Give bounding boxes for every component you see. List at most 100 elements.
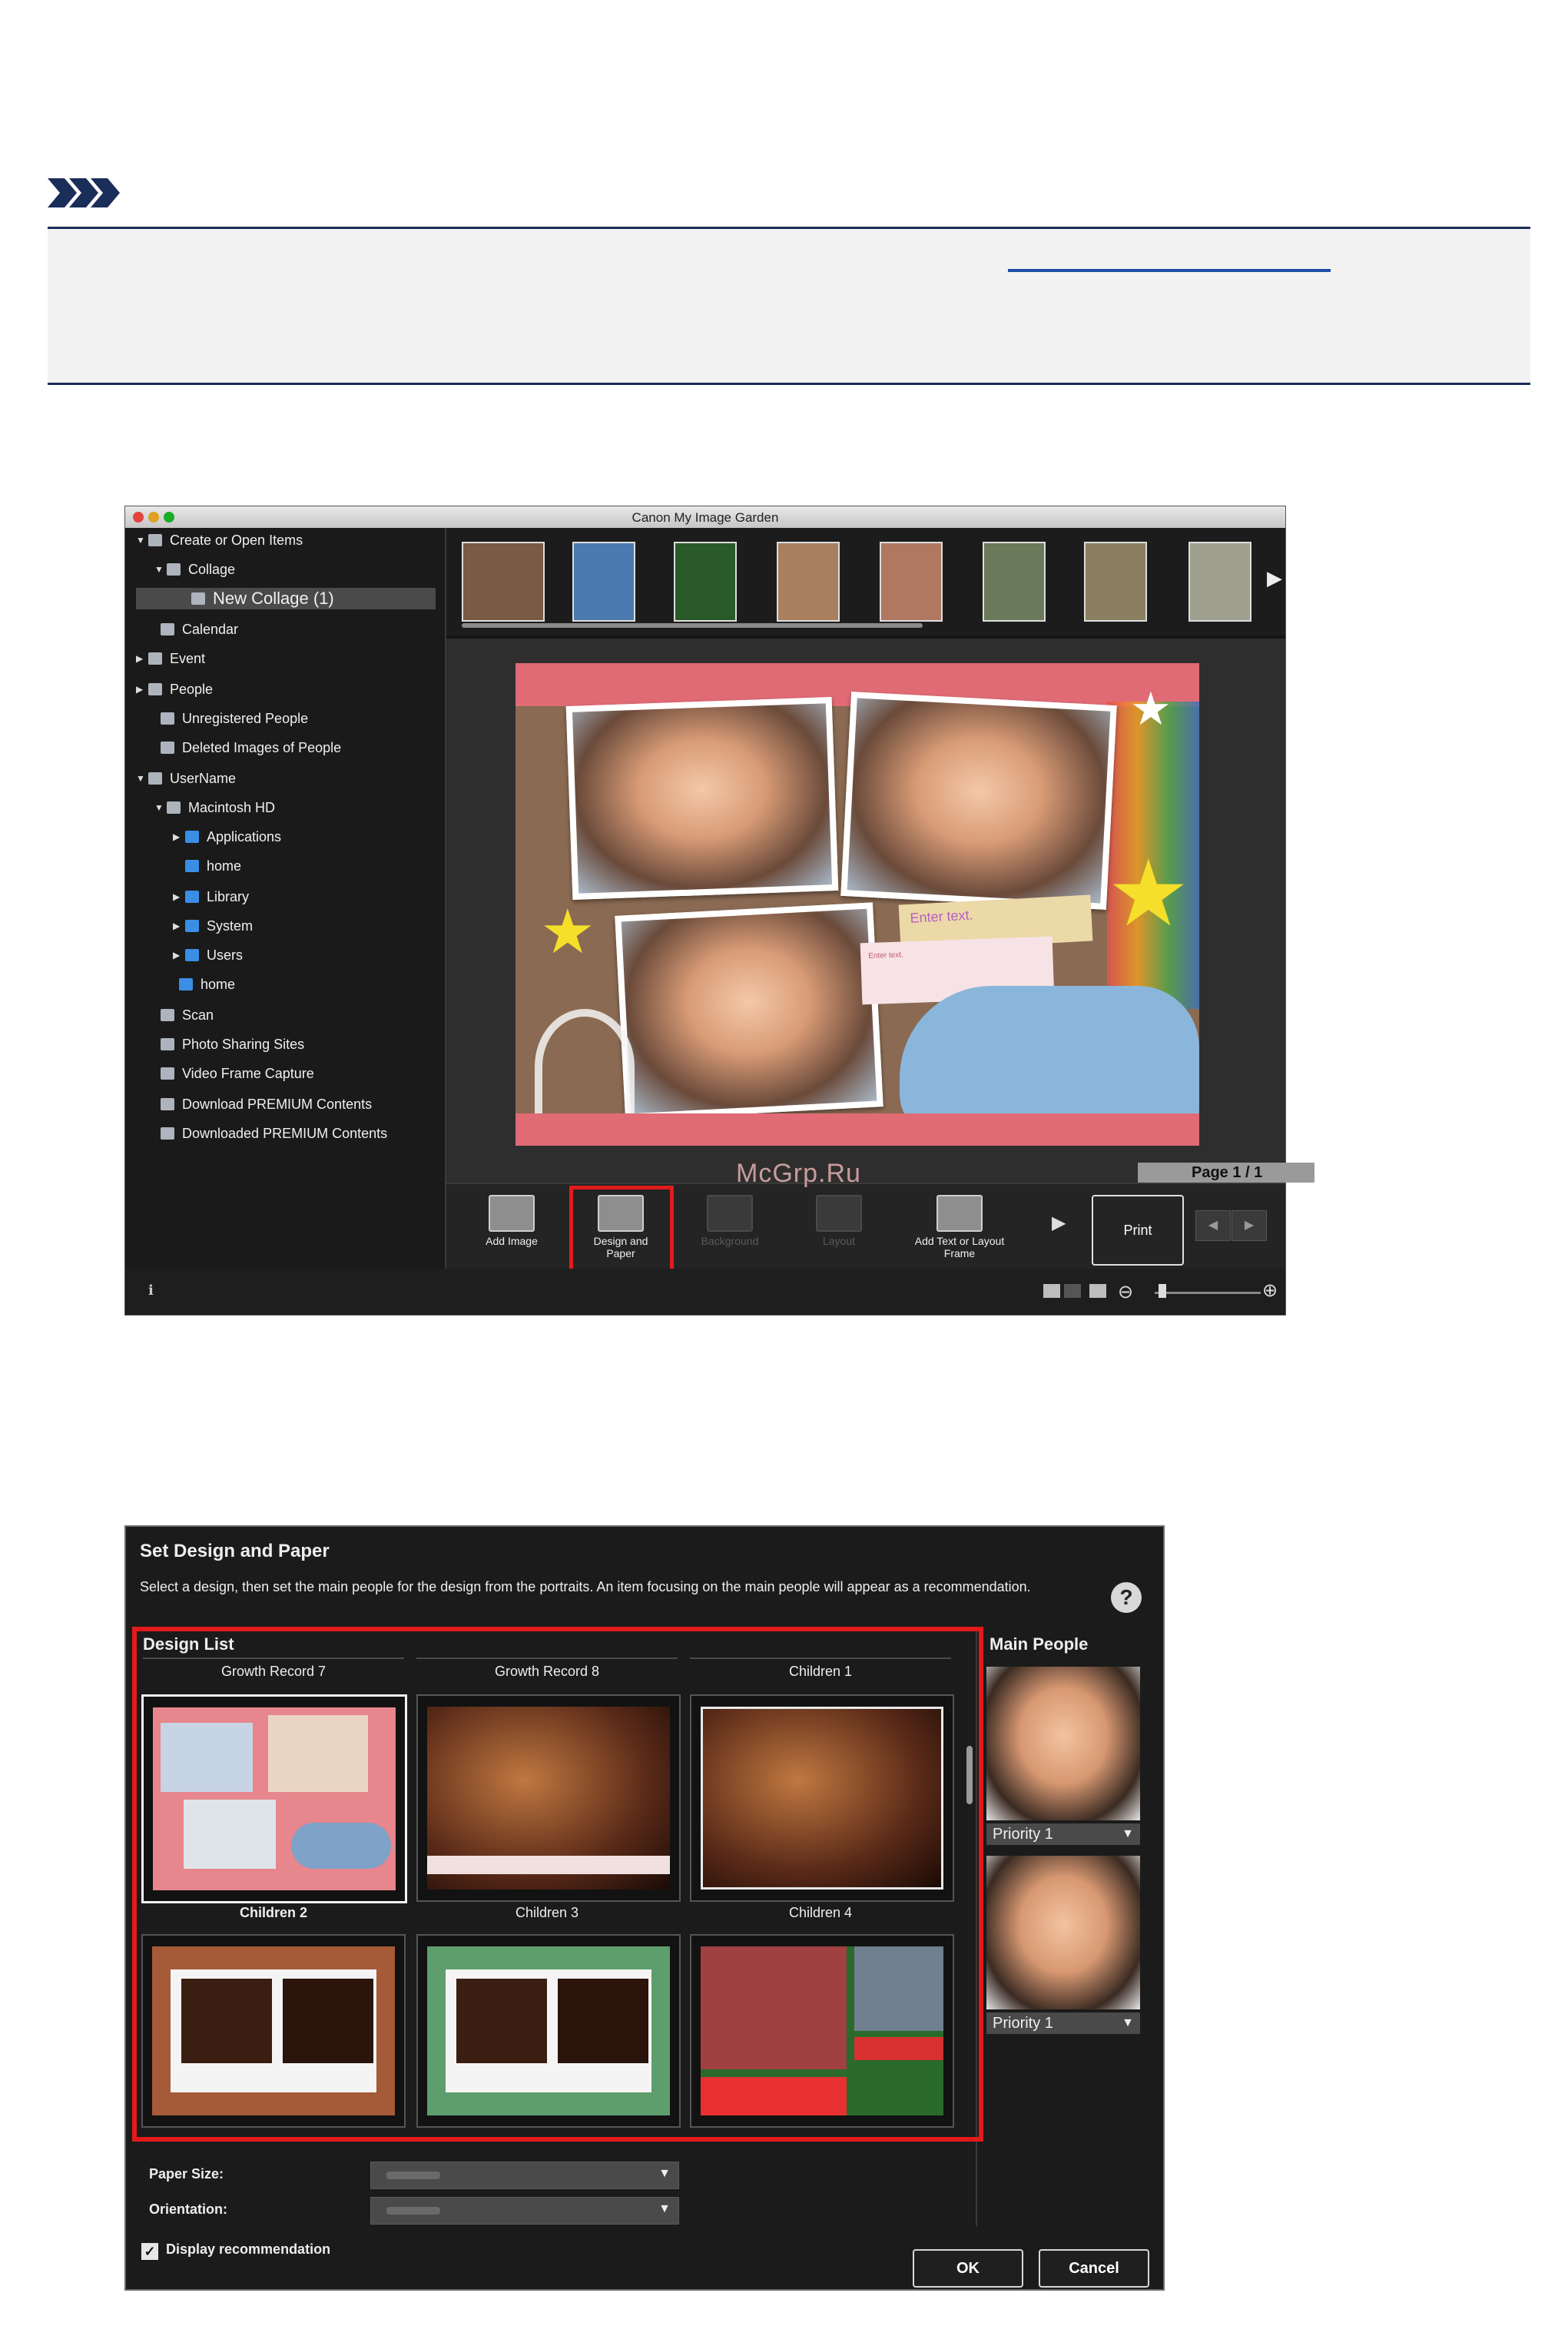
sidebar-item-scan[interactable]: Scan [148, 1004, 214, 1026]
background-icon [707, 1195, 753, 1232]
info-icon[interactable]: ℹ [148, 1282, 154, 1299]
priority-select-1[interactable]: Priority 1 ▼ [986, 1823, 1140, 1845]
sidebar-item-calendar[interactable]: Calendar [148, 619, 238, 640]
image-thumbnail[interactable] [777, 542, 840, 622]
zoom-slider[interactable] [1155, 1292, 1261, 1294]
sidebar-item-label: home [201, 976, 236, 992]
orientation-select[interactable]: ▼ [370, 2197, 679, 2225]
sidebar-item-people[interactable]: ▶ People [136, 679, 213, 700]
sidebar-item-video-frame[interactable]: Video Frame Capture [148, 1063, 314, 1084]
priority-value: Priority 1 [993, 1826, 1053, 1843]
people-icon [148, 683, 162, 695]
add-image-label: Add Image [486, 1235, 538, 1247]
add-image-button[interactable]: Add Image [469, 1190, 554, 1264]
display-recommendation-checkbox[interactable]: ✓ [141, 2243, 158, 2260]
sidebar-item-home-2[interactable]: home [167, 974, 235, 995]
expand-arrow-icon[interactable]: ▶ [173, 921, 185, 931]
note-box [48, 229, 1530, 383]
print-button[interactable]: Print [1092, 1195, 1184, 1266]
sidebar-item-deleted-people[interactable]: Deleted Images of People [148, 737, 341, 758]
collage-photo-3[interactable] [615, 902, 883, 1120]
sidebar-item-collage[interactable]: ▼ Collage [154, 559, 235, 580]
priority-select-2[interactable]: Priority 1 ▼ [986, 2012, 1140, 2034]
main-person-thumbnail-2[interactable] [986, 1856, 1140, 2009]
computer-icon [148, 772, 162, 785]
next-thumbnails-arrow-icon[interactable]: ▶ [1267, 566, 1282, 590]
sidebar-item-home-1[interactable]: home [173, 855, 241, 877]
image-thumbnail[interactable] [1084, 542, 1147, 622]
sidebar-tree[interactable]: ▼ Create or Open Items ▼ Collage New Colla… [125, 528, 446, 1269]
orientation-label: Orientation: [149, 2202, 227, 2217]
background-button[interactable]: Background [688, 1190, 772, 1264]
home-folder-icon [179, 978, 193, 990]
sidebar-item-macintosh-hd[interactable]: ▼ Macintosh HD [154, 797, 275, 818]
sidebar-item-label: UserName [170, 770, 237, 786]
image-thumbnail[interactable] [880, 542, 943, 622]
expand-arrow-icon[interactable]: ▶ [173, 831, 185, 842]
sidebar-item-library[interactable]: ▶ Library [173, 886, 249, 908]
layout-button[interactable]: Layout [797, 1190, 881, 1264]
image-thumbnail[interactable] [1188, 542, 1251, 622]
sidebar-item-username[interactable]: ▼ UserName [136, 768, 236, 789]
sidebar-item-system[interactable]: ▶ System [173, 915, 253, 937]
sidebar-item-event[interactable]: ▶ Event [136, 648, 205, 669]
zoom-in-icon[interactable]: ⊕ [1262, 1279, 1278, 1302]
zoom-out-icon[interactable]: ⊖ [1118, 1281, 1133, 1303]
main-person-thumbnail-1[interactable] [986, 1667, 1140, 1820]
sidebar-item-create-items[interactable]: ▼ Create or Open Items [136, 529, 303, 551]
paper-size-label: Paper Size: [149, 2166, 224, 2182]
sidebar-item-users[interactable]: ▶ Users [173, 944, 243, 966]
sidebar-item-downloaded-premium[interactable]: Downloaded PREMIUM Contents [148, 1123, 387, 1144]
note-icon [48, 178, 120, 207]
collage-photo-1[interactable] [565, 697, 839, 900]
chevron-down-icon: ▼ [658, 2202, 671, 2215]
sidebar-item-label: Library [207, 888, 250, 904]
expand-arrow-icon[interactable]: ▶ [173, 891, 185, 902]
sidebar-item-unregistered-people[interactable]: Unregistered People [148, 708, 308, 729]
sidebar-item-label: Scan [182, 1007, 214, 1023]
expand-arrow-icon[interactable]: ▼ [136, 773, 148, 784]
expand-arrow-icon[interactable]: ▼ [136, 535, 148, 546]
folder-icon [185, 860, 199, 872]
help-icon[interactable]: ? [1111, 1582, 1142, 1613]
paper-size-select[interactable]: ▼ [370, 2162, 679, 2189]
previous-page-arrow-icon[interactable]: ◀ [1195, 1210, 1231, 1241]
dialog-description: Select a design, then set the main peopl… [140, 1579, 1031, 1594]
sidebar-item-applications[interactable]: ▶ Applications [173, 826, 281, 848]
more-tools-arrow-icon[interactable]: ▶ [1052, 1212, 1066, 1234]
image-thumbnail[interactable] [572, 542, 635, 622]
zoom-slider-thumb[interactable] [1159, 1284, 1166, 1298]
star-decoration-icon: ★ [540, 898, 595, 966]
note-link[interactable] [1008, 269, 1331, 272]
expand-arrow-icon[interactable]: ▼ [154, 564, 167, 575]
add-text-button[interactable]: Add Text or Layout Frame [906, 1190, 1013, 1264]
main-people-label: Main People [990, 1634, 1089, 1654]
image-thumbnail[interactable] [674, 542, 737, 622]
fit-to-window-icon[interactable] [1089, 1284, 1106, 1298]
sidebar-item-label: Video Frame Capture [182, 1065, 314, 1081]
view-mode-icon[interactable] [1043, 1284, 1060, 1298]
set-design-and-paper-dialog: Set Design and Paper Select a design, th… [124, 1525, 1165, 2291]
image-thumbnail[interactable] [983, 542, 1046, 622]
sidebar-item-new-collage[interactable]: New Collage (1) [136, 588, 436, 609]
next-page-arrow-icon[interactable]: ▶ [1232, 1210, 1267, 1241]
ok-button[interactable]: OK [913, 2249, 1023, 2288]
image-thumbnail[interactable] [462, 542, 545, 622]
collage-photo-2[interactable] [840, 692, 1117, 910]
expand-arrow-icon[interactable]: ▼ [154, 802, 167, 813]
thumbnail-scrollbar[interactable] [462, 623, 923, 628]
layout-icon [816, 1195, 862, 1232]
expand-arrow-icon[interactable]: ▶ [136, 653, 148, 664]
event-icon [148, 652, 162, 665]
folder-icon [185, 920, 199, 932]
sidebar-item-download-premium[interactable]: Download PREMIUM Contents [148, 1093, 372, 1115]
expand-arrow-icon[interactable]: ▶ [173, 950, 185, 961]
scissors-decoration [535, 1009, 635, 1124]
text-frame-placeholder: Enter text. [910, 907, 973, 926]
expand-arrow-icon[interactable]: ▶ [136, 684, 148, 695]
view-mode-icon[interactable] [1064, 1284, 1081, 1298]
cancel-button[interactable]: Cancel [1039, 2249, 1149, 2288]
collage-preview[interactable]: Enter text. Enter text. ★ ★ ★ [515, 663, 1199, 1146]
sidebar-item-photo-sharing[interactable]: Photo Sharing Sites [148, 1034, 304, 1055]
edit-toolbar: Add Image Design and Paper Background La… [446, 1183, 1285, 1276]
